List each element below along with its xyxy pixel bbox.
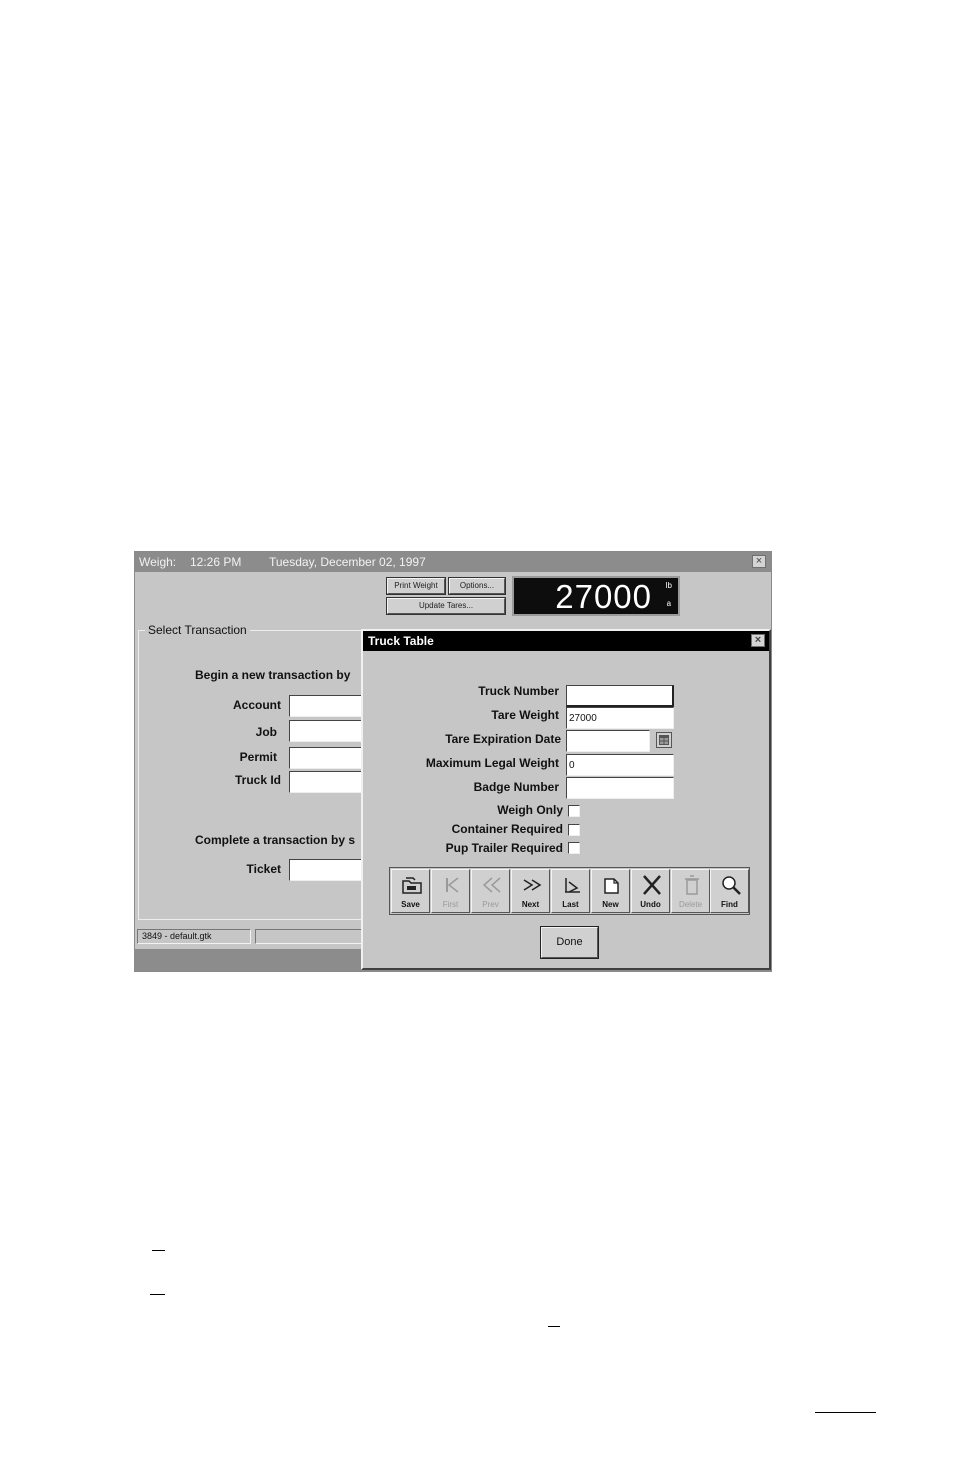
first-label: First xyxy=(442,900,459,909)
save-button[interactable]: Save xyxy=(391,869,430,913)
undo-label: Undo xyxy=(640,900,661,909)
find-icon xyxy=(722,876,741,895)
save-label: Save xyxy=(401,900,420,909)
page-mark xyxy=(152,1250,165,1251)
delete-button[interactable]: Delete xyxy=(671,869,710,913)
status-pane-config: 3849 - default.gtk xyxy=(137,929,251,944)
record-toolbar: Save First Prev Next Last New Undo Delet… xyxy=(389,867,750,915)
title-time: 12:26 PM xyxy=(190,555,242,569)
update-tares-button[interactable]: Update Tares... xyxy=(386,597,506,615)
truck-id-label: Truck Id xyxy=(234,773,281,787)
truck-number-field[interactable] xyxy=(566,685,674,707)
last-label: Last xyxy=(562,900,579,909)
permit-field[interactable] xyxy=(289,747,369,769)
ticket-field[interactable] xyxy=(289,859,369,881)
truck-table-dialog: Truck Table × Truck Number Tare Weight T… xyxy=(361,629,771,970)
prev-label: Prev xyxy=(482,900,499,909)
new-label: New xyxy=(602,900,619,909)
weigh-close-button[interactable]: × xyxy=(752,555,766,568)
find-label: Find xyxy=(721,900,738,909)
max-legal-weight-field[interactable] xyxy=(566,754,674,776)
options-button[interactable]: Options... xyxy=(448,577,506,595)
save-icon xyxy=(402,877,422,894)
weight-unit-bottom: a xyxy=(666,599,672,608)
last-button[interactable]: Last xyxy=(551,869,590,913)
calendar-button[interactable] xyxy=(656,732,672,748)
first-button[interactable]: First xyxy=(431,869,470,913)
new-icon xyxy=(604,878,619,894)
page-mark xyxy=(548,1326,560,1327)
next-label: Next xyxy=(521,900,540,909)
status-pane-secondary xyxy=(255,929,365,944)
truck-table-title: Truck Table xyxy=(368,634,434,648)
begin-transaction-text: Begin a new transaction by xyxy=(195,668,351,682)
new-button[interactable]: New xyxy=(591,869,630,913)
prev-icon xyxy=(482,877,501,893)
weigh-only-label: Weigh Only xyxy=(497,803,563,817)
weight-unit: lb a xyxy=(666,581,672,609)
tare-expiration-label: Tare Expiration Date xyxy=(445,732,561,746)
next-icon xyxy=(523,879,542,891)
title-date: Tuesday, December 02, 1997 xyxy=(269,555,426,569)
permit-label: Permit xyxy=(239,750,277,764)
account-label: Account xyxy=(233,698,281,712)
badge-number-field[interactable] xyxy=(566,777,674,799)
prev-button[interactable]: Prev xyxy=(471,869,510,913)
ticket-label: Ticket xyxy=(246,862,281,876)
tare-expiration-field[interactable] xyxy=(566,730,650,752)
account-field[interactable] xyxy=(289,695,369,717)
next-button[interactable]: Next xyxy=(511,869,550,913)
select-transaction-title: Select Transaction xyxy=(145,623,250,637)
print-weight-button[interactable]: Print Weight xyxy=(386,577,446,595)
calendar-icon xyxy=(659,735,669,745)
weigh-only-checkbox[interactable] xyxy=(568,805,580,817)
pup-trailer-label: Pup Trailer Required xyxy=(445,841,563,855)
done-button[interactable]: Done xyxy=(540,926,599,959)
tare-weight-field[interactable] xyxy=(566,707,674,729)
truck-id-field[interactable] xyxy=(289,771,369,793)
job-field[interactable] xyxy=(289,720,369,742)
delete-icon xyxy=(685,875,699,895)
title-app-name: Weigh: xyxy=(139,555,177,569)
delete-label: Delete xyxy=(678,900,703,909)
last-icon xyxy=(565,878,580,893)
weight-unit-top: lb xyxy=(665,581,672,590)
max-legal-weight-label: Maximum Legal Weight xyxy=(425,756,559,770)
page-mark xyxy=(150,1294,165,1295)
weight-value: 27000 xyxy=(555,578,652,615)
truck-table-title-bar: Truck Table × xyxy=(363,631,769,651)
truck-table-close-button[interactable]: × xyxy=(751,634,765,647)
pup-trailer-checkbox[interactable] xyxy=(568,842,580,854)
complete-transaction-text: Complete a transaction by s xyxy=(195,833,356,847)
weight-display: 27000 lb a xyxy=(512,576,680,616)
page: Weigh: 12:26 PM Tuesday, December 02, 19… xyxy=(0,0,954,1475)
truck-number-label: Truck Number xyxy=(478,684,559,698)
first-icon xyxy=(446,877,459,893)
job-label: Job xyxy=(255,725,277,739)
badge-number-label: Badge Number xyxy=(473,780,559,794)
page-mark xyxy=(815,1412,876,1413)
container-required-label: Container Required xyxy=(451,822,563,836)
weigh-title-bar: Weigh: 12:26 PM Tuesday, December 02, 19… xyxy=(135,552,771,572)
undo-icon xyxy=(643,875,661,895)
find-button[interactable]: Find xyxy=(710,869,749,913)
undo-button[interactable]: Undo xyxy=(631,869,670,913)
container-required-checkbox[interactable] xyxy=(568,824,580,836)
tare-weight-label: Tare Weight xyxy=(491,708,559,722)
